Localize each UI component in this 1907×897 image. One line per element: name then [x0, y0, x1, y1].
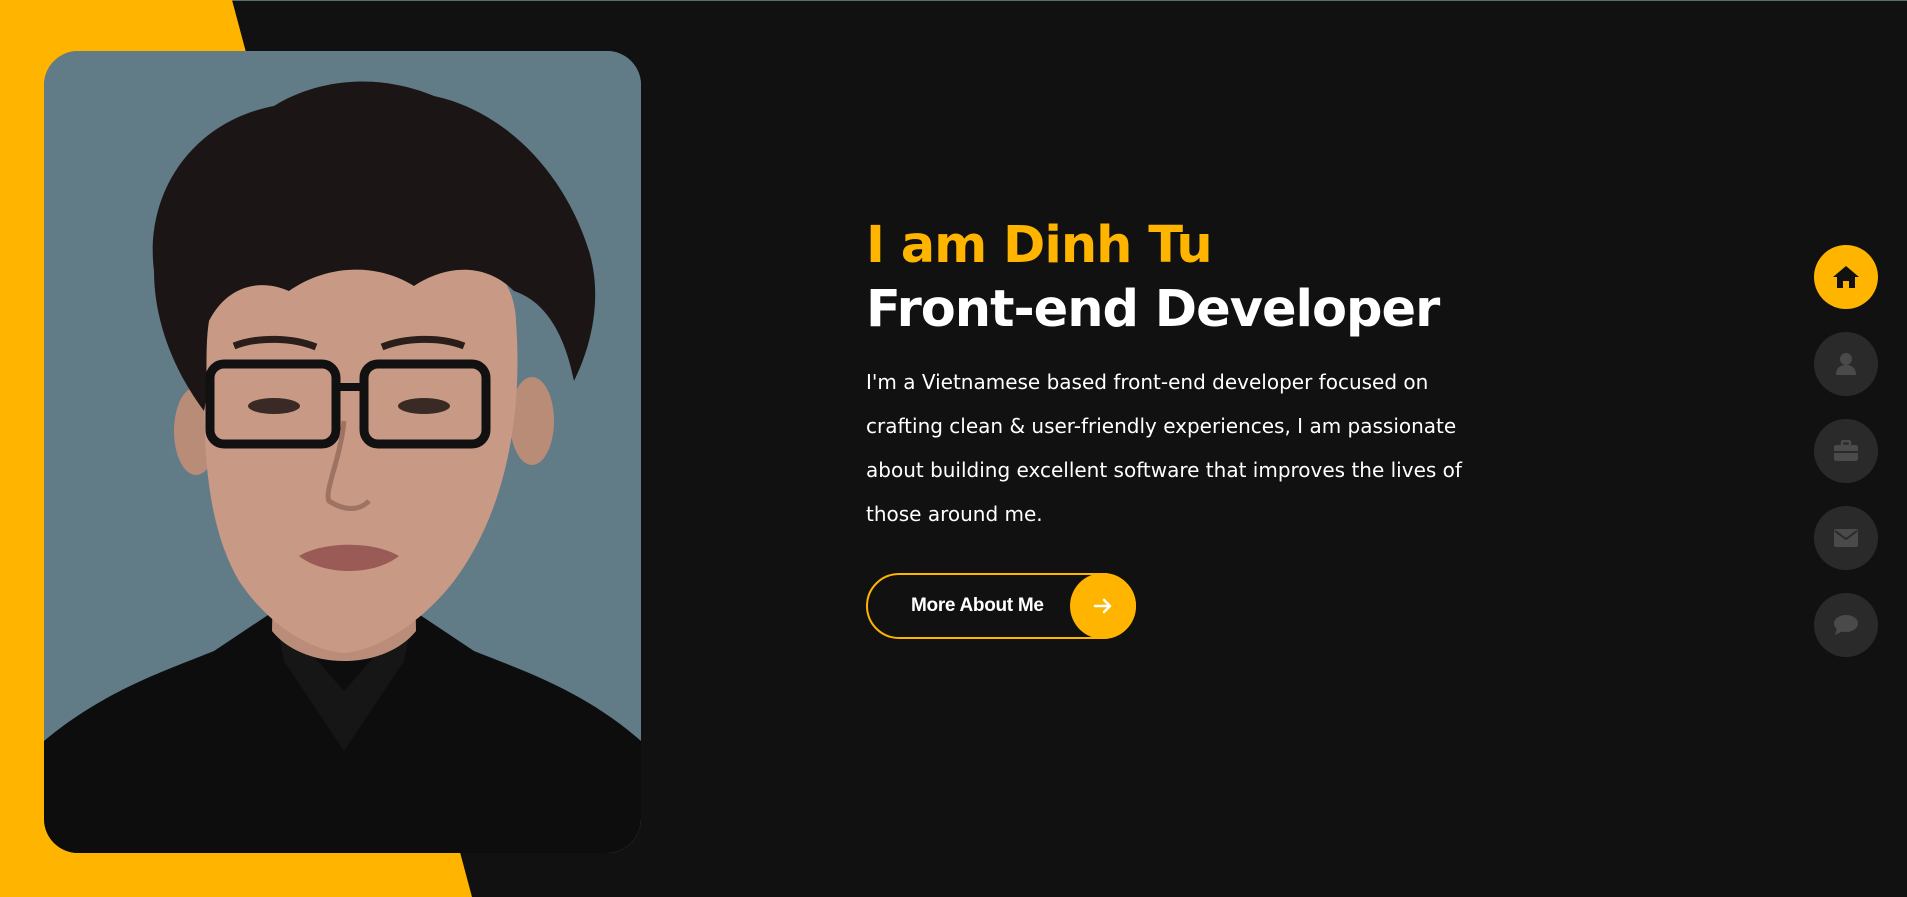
user-icon [1836, 353, 1856, 375]
hero-description: I'm a Vietnamese based front-end develop… [866, 370, 1462, 526]
side-navigation [1814, 245, 1878, 680]
briefcase-icon [1834, 440, 1858, 461]
comment-icon [1834, 615, 1858, 635]
home-icon [1833, 266, 1859, 288]
envelope-icon [1834, 529, 1858, 547]
hero-role-title: Front-end Developer [866, 280, 1440, 339]
hero-section: I am Dinh Tu Front-end Developer I'm a V… [866, 214, 1506, 536]
nav-portfolio-button[interactable] [1814, 419, 1878, 483]
more-about-me-label: More About Me [911, 595, 1044, 616]
nav-home-button[interactable] [1814, 245, 1878, 309]
profile-photo [44, 51, 641, 853]
more-about-me-button[interactable]: More About Me [866, 573, 1136, 639]
hero-greeting: I am Dinh Tu [866, 216, 1213, 275]
portrait-illustration [44, 51, 641, 853]
nav-blog-button[interactable] [1814, 593, 1878, 657]
arrow-right-icon [1070, 573, 1136, 639]
nav-contact-button[interactable] [1814, 506, 1878, 570]
home-page: I am Dinh Tu Front-end Developer I'm a V… [0, 0, 1907, 897]
nav-about-button[interactable] [1814, 332, 1878, 396]
